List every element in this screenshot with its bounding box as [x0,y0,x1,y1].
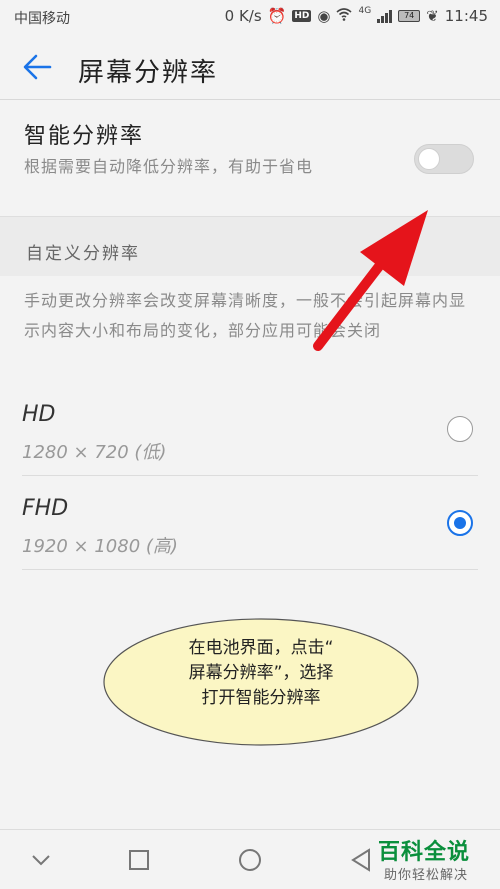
carrier-name: 中国移动 [14,11,70,27]
watermark-logo: 百科全说 助你轻松解决 [378,834,494,884]
divider [22,569,478,570]
network-type: 4G [358,6,372,16]
battery-icon: 74 [398,10,421,22]
hd-icon: HD [292,10,312,22]
resolution-option-fhd[interactable]: FHD 1920 × 1080 (高) [0,476,500,570]
clock-time: 11:45 [444,7,488,25]
back-button[interactable] [20,51,56,83]
alarm-icon: ⏰ [267,7,287,25]
nav-back-button[interactable] [347,846,375,874]
square-icon [129,850,149,870]
option-spec: 1920 × 1080 (高) [22,536,178,557]
annotation-line-1: 在电池界面，点击“ [188,638,334,658]
eye-icon: ◉ [317,7,331,25]
smart-resolution-title: 智能分辨率 [24,124,145,149]
nav-hide-button[interactable] [27,846,55,874]
smart-resolution-toggle[interactable] [414,144,474,174]
status-icons: 0 K/s ⏰ HD ◉ 4G 74 ❦ 11:45 [224,6,488,25]
annotation-text: 在电池界面，点击“ 屏幕分辨率”，选择 打开智能分辨率 [102,636,420,711]
annotation-line-3: 打开智能分辨率 [201,688,321,708]
signal-icon [377,9,393,23]
status-bar: 中国移动 0 K/s ⏰ HD ◉ 4G 74 ❦ 11:45 [0,0,500,34]
resolution-option-hd[interactable]: HD 1280 × 720 (低) [0,382,500,476]
leaf-icon: ❦ [426,7,439,25]
annotation-line-2: 屏幕分辨率”，选择 [188,663,334,683]
radio-hd[interactable] [447,416,473,442]
custom-resolution-title: 自定义分辨率 [26,244,140,264]
toggle-knob [418,148,440,170]
custom-resolution-section-header: 自定义分辨率 [0,216,500,276]
arrow-left-icon [23,54,52,80]
option-name: FHD [22,496,69,521]
watermark-tagline: 助你轻松解决 [384,868,469,883]
app-header: 屏幕分辨率 [0,34,500,100]
smart-resolution-description: 根据需要自动降低分辨率，有助于省电 [24,157,314,176]
radio-fhd[interactable] [447,510,473,536]
option-name: HD [22,402,56,427]
wifi-icon [336,7,353,25]
page-title: 屏幕分辨率 [78,58,219,88]
nav-recents-button[interactable] [125,846,153,874]
triangle-back-icon [351,848,370,872]
watermark-brand: 百科全说 [378,840,471,865]
network-speed: 0 K/s [224,7,262,25]
nav-home-button[interactable] [236,846,264,874]
smart-resolution-row[interactable]: 智能分辨率 根据需要自动降低分辨率，有助于省电 [0,100,500,216]
chevron-down-icon [32,855,50,866]
custom-resolution-description: 手动更改分辨率会改变屏幕清晰度，一般不会引起屏幕内显示内容大小和布局的变化，部分… [24,291,467,340]
option-spec: 1280 × 720 (低) [22,442,167,463]
annotation-bubble: 在电池界面，点击“ 屏幕分辨率”，选择 打开智能分辨率 [102,617,420,747]
circle-icon [239,849,261,871]
